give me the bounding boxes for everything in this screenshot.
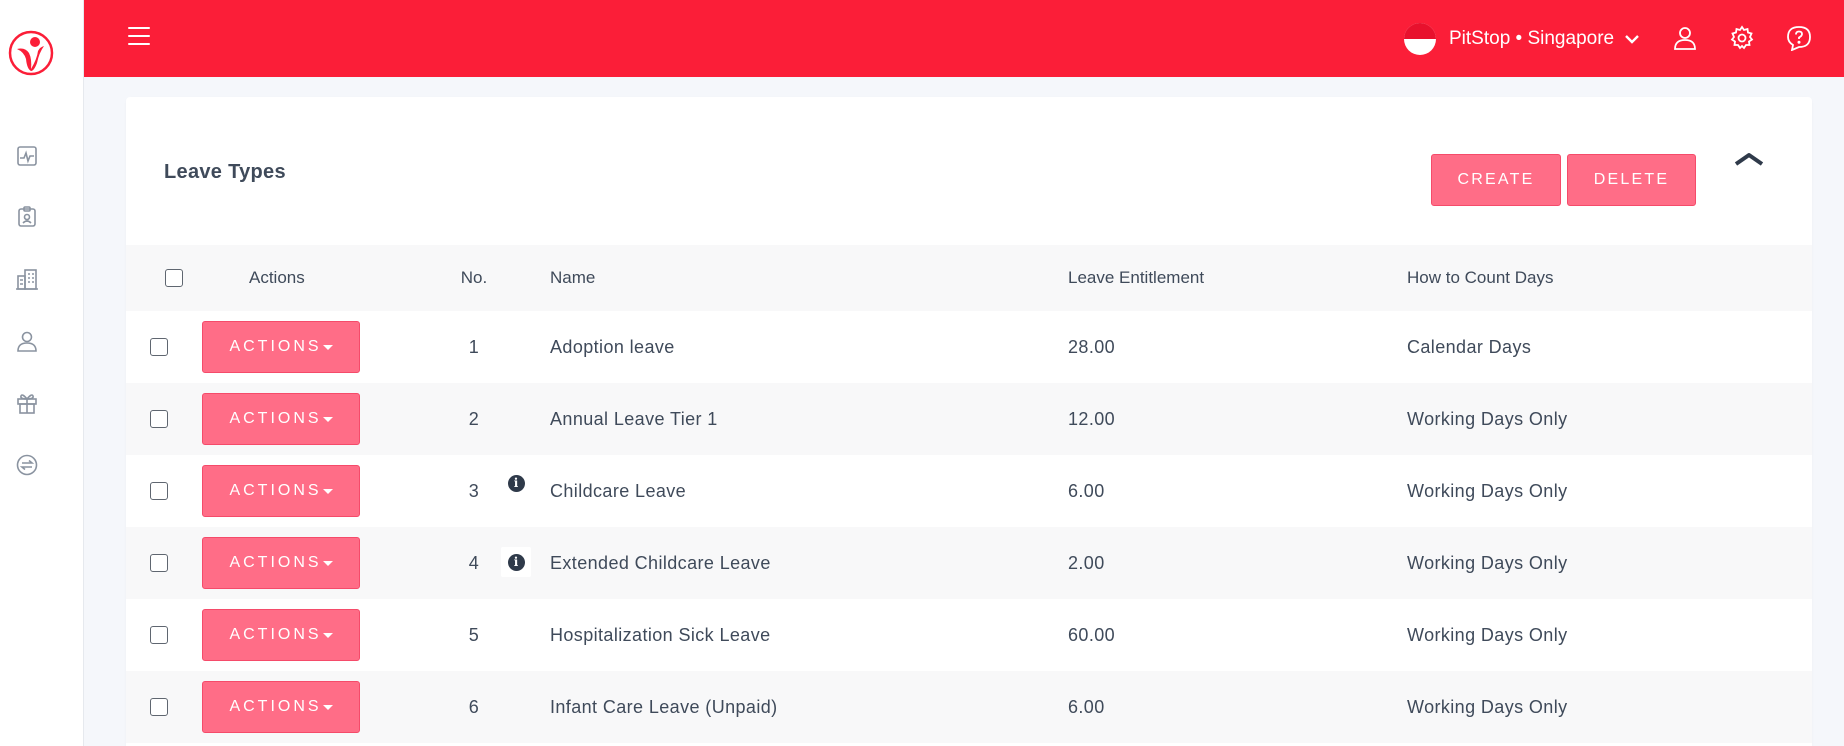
leave-entitlement: 2.00	[1068, 553, 1105, 573]
count-days: Calendar Days	[1407, 337, 1532, 357]
help-icon[interactable]	[1786, 25, 1812, 51]
header-no: No.	[460, 268, 488, 287]
exchange-icon[interactable]	[14, 452, 40, 478]
table-row: ACTIONS 3 i Childcare Leave 6.00 Working…	[126, 455, 1812, 527]
actions-label: ACTIONS	[229, 626, 322, 643]
chevron-down-icon	[1625, 35, 1639, 44]
caret-down-icon	[322, 560, 333, 566]
delete-button[interactable]: DELETE	[1567, 154, 1696, 206]
actions-dropdown-button[interactable]: ACTIONS	[202, 609, 360, 661]
leave-entitlement: 12.00	[1068, 409, 1116, 429]
leave-types-card: Leave Types CREATE DELETE Actions No. Na…	[126, 97, 1812, 746]
activity-icon[interactable]	[14, 143, 40, 169]
id-badge-icon[interactable]	[14, 204, 40, 230]
row-checkbox[interactable]	[150, 698, 168, 716]
actions-label: ACTIONS	[229, 410, 322, 427]
header-actions: Actions	[249, 268, 305, 287]
table-row: ACTIONS 6 Infant Care Leave (Unpaid) 6.0…	[126, 671, 1812, 743]
row-number: 2	[468, 409, 480, 429]
count-days: Working Days Only	[1407, 625, 1568, 645]
building-icon[interactable]	[14, 266, 40, 292]
count-days: Working Days Only	[1407, 697, 1568, 717]
gear-icon[interactable]	[1729, 25, 1755, 51]
organization-switcher[interactable]: PitStop • Singapore	[1404, 22, 1640, 56]
app-logo[interactable]	[7, 29, 55, 77]
actions-dropdown-button[interactable]: ACTIONS	[202, 537, 360, 589]
header-leave-entitlement: Leave Entitlement	[1068, 268, 1205, 287]
singapore-flag-icon	[1404, 23, 1436, 55]
header-name: Name	[550, 268, 596, 287]
leave-name: Annual Leave Tier 1	[550, 409, 718, 429]
row-checkbox[interactable]	[150, 482, 168, 500]
create-button[interactable]: CREATE	[1431, 154, 1561, 206]
actions-label: ACTIONS	[229, 482, 322, 499]
page-title: Leave Types	[164, 161, 286, 183]
sidebar	[0, 0, 84, 746]
table-header: Actions No. Name Leave Entitlement How t…	[126, 245, 1812, 311]
organization-name: PitStop • Singapore	[1449, 28, 1615, 49]
row-number: 3	[468, 481, 480, 501]
row-number: 5	[468, 625, 480, 645]
row-number: 4	[468, 553, 480, 573]
caret-down-icon	[322, 632, 333, 638]
info-icon[interactable]: i	[501, 547, 531, 577]
count-days: Working Days Only	[1407, 409, 1568, 429]
actions-label: ACTIONS	[229, 338, 322, 355]
gift-icon[interactable]	[14, 390, 40, 416]
leave-name: Infant Care Leave (Unpaid)	[550, 697, 778, 717]
leave-name: Hospitalization Sick Leave	[550, 625, 771, 645]
user-icon[interactable]	[1672, 25, 1698, 51]
actions-dropdown-button[interactable]: ACTIONS	[202, 393, 360, 445]
caret-down-icon	[322, 488, 333, 494]
table-row: ACTIONS 5 Hospitalization Sick Leave 60.…	[126, 599, 1812, 671]
row-checkbox[interactable]	[150, 338, 168, 356]
leave-entitlement: 60.00	[1068, 625, 1116, 645]
select-all-checkbox[interactable]	[165, 269, 183, 287]
leave-name: Childcare Leave	[550, 481, 687, 501]
table-row: ACTIONS 4 i Extended Childcare Leave 2.0…	[126, 527, 1812, 599]
table-row: ACTIONS 1 Adoption leave 28.00 Calendar …	[126, 311, 1812, 383]
row-checkbox[interactable]	[150, 554, 168, 572]
row-number: 1	[468, 337, 480, 357]
info-icon[interactable]: i	[501, 468, 531, 498]
leave-entitlement: 6.00	[1068, 697, 1105, 717]
user-icon[interactable]	[14, 328, 40, 354]
leave-entitlement: 6.00	[1068, 481, 1105, 501]
menu-toggle-icon[interactable]	[128, 27, 150, 47]
row-checkbox[interactable]	[150, 626, 168, 644]
header-how-to-count-days: How to Count Days	[1407, 268, 1554, 287]
leave-entitlement: 28.00	[1068, 337, 1116, 357]
actions-label: ACTIONS	[229, 698, 322, 715]
actions-dropdown-button[interactable]: ACTIONS	[202, 681, 360, 733]
caret-down-icon	[322, 704, 333, 710]
table-row: ACTIONS 2 Annual Leave Tier 1 12.00 Work…	[126, 383, 1812, 455]
count-days: Working Days Only	[1407, 553, 1568, 573]
caret-down-icon	[322, 416, 333, 422]
row-checkbox[interactable]	[150, 410, 168, 428]
leave-name: Extended Childcare Leave	[550, 553, 771, 573]
actions-label: ACTIONS	[229, 554, 322, 571]
top-navbar: PitStop • Singapore	[84, 0, 1844, 77]
caret-down-icon	[322, 344, 333, 350]
count-days: Working Days Only	[1407, 481, 1568, 501]
actions-dropdown-button[interactable]: ACTIONS	[202, 321, 360, 373]
leave-name: Adoption leave	[550, 337, 675, 357]
actions-dropdown-button[interactable]: ACTIONS	[202, 465, 360, 517]
collapse-chevron-up-icon[interactable]	[1732, 147, 1766, 171]
row-number: 6	[468, 697, 480, 717]
